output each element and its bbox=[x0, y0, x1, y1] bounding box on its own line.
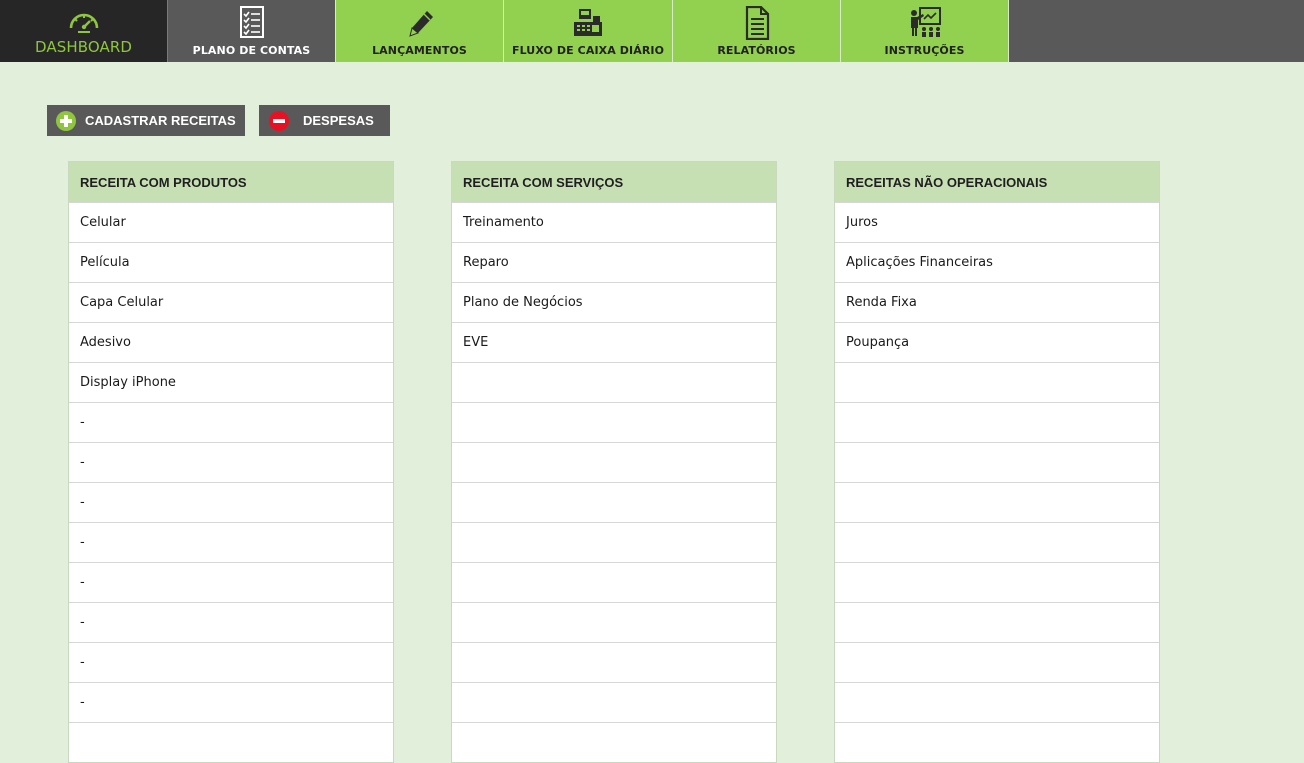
tab-dashboard[interactable]: DASHBOARD bbox=[0, 0, 167, 62]
table-row[interactable] bbox=[452, 522, 776, 562]
tab-plano-de-contas[interactable]: PLANO DE CONTAS bbox=[167, 0, 335, 62]
table-row[interactable] bbox=[835, 522, 1159, 562]
table-row[interactable]: - bbox=[69, 522, 393, 562]
table-row[interactable] bbox=[835, 642, 1159, 682]
table-row[interactable] bbox=[452, 722, 776, 762]
minus-circle-icon bbox=[269, 110, 289, 131]
table-row[interactable]: Display iPhone bbox=[69, 362, 393, 402]
table-row[interactable] bbox=[452, 682, 776, 722]
table-row[interactable] bbox=[452, 402, 776, 442]
document-icon bbox=[745, 6, 769, 40]
table-row[interactable] bbox=[835, 722, 1159, 762]
top-nav-bar: DASHBOARD PLANO DE CONTAS LANÇAMENTOS FL… bbox=[0, 0, 1304, 62]
table-row[interactable] bbox=[835, 442, 1159, 482]
table-row[interactable]: Aplicações Financeiras bbox=[835, 242, 1159, 282]
tab-instrucoes[interactable]: INSTRUÇÕES bbox=[840, 0, 1009, 62]
table-row[interactable]: Celular bbox=[69, 202, 393, 242]
receita-com-servicos-table: RECEITA COM SERVIÇOS Treinamento Reparo … bbox=[451, 161, 777, 763]
table-row[interactable] bbox=[452, 562, 776, 602]
receitas-nao-operacionais-table: RECEITAS NÃO OPERACIONAIS Juros Aplicaçõ… bbox=[834, 161, 1160, 763]
cadastrar-receitas-button[interactable]: CADASTRAR RECEITAS bbox=[47, 105, 245, 136]
table-row[interactable]: Plano de Negócios bbox=[452, 282, 776, 322]
tab-fluxo-de-caixa-label: FLUXO DE CAIXA DIÁRIO bbox=[511, 44, 665, 57]
tab-relatorios[interactable]: RELATÓRIOS bbox=[672, 0, 840, 62]
table-row[interactable]: Capa Celular bbox=[69, 282, 393, 322]
table-row[interactable]: Juros bbox=[835, 202, 1159, 242]
table-row[interactable] bbox=[452, 442, 776, 482]
table-row[interactable]: - bbox=[69, 682, 393, 722]
tab-instrucoes-label: INSTRUÇÕES bbox=[884, 44, 965, 57]
tab-lancamentos[interactable]: LANÇAMENTOS bbox=[335, 0, 503, 62]
tab-dashboard-label: DASHBOARD bbox=[34, 38, 133, 56]
table-row[interactable] bbox=[835, 602, 1159, 642]
checklist-icon bbox=[239, 6, 264, 38]
table-row[interactable]: - bbox=[69, 482, 393, 522]
table-row[interactable]: Película bbox=[69, 242, 393, 282]
table-row[interactable] bbox=[69, 722, 393, 762]
table-row[interactable] bbox=[835, 362, 1159, 402]
table-row[interactable] bbox=[452, 362, 776, 402]
table-row[interactable]: Poupança bbox=[835, 322, 1159, 362]
presentation-icon bbox=[910, 7, 941, 37]
table-row[interactable]: Renda Fixa bbox=[835, 282, 1159, 322]
tab-lancamentos-label: LANÇAMENTOS bbox=[372, 44, 467, 57]
tab-fluxo-de-caixa[interactable]: FLUXO DE CAIXA DIÁRIO bbox=[503, 0, 672, 62]
receita-com-produtos-table: RECEITA COM PRODUTOS Celular Película Ca… bbox=[68, 161, 394, 763]
despesas-button[interactable]: DESPESAS bbox=[259, 105, 390, 136]
table-row[interactable] bbox=[452, 482, 776, 522]
despesas-label: DESPESAS bbox=[303, 113, 374, 128]
cash-register-icon bbox=[574, 9, 602, 36]
gauge-icon bbox=[69, 13, 98, 33]
table-header: RECEITA COM PRODUTOS bbox=[69, 162, 393, 202]
table-row[interactable] bbox=[835, 482, 1159, 522]
table-row[interactable]: - bbox=[69, 642, 393, 682]
table-row[interactable]: - bbox=[69, 562, 393, 602]
table-row[interactable] bbox=[835, 562, 1159, 602]
table-row[interactable]: Adesivo bbox=[69, 322, 393, 362]
table-row[interactable] bbox=[835, 682, 1159, 722]
plus-circle-icon bbox=[56, 110, 76, 131]
table-header: RECEITAS NÃO OPERACIONAIS bbox=[835, 162, 1159, 202]
table-row[interactable]: - bbox=[69, 402, 393, 442]
table-row[interactable]: Treinamento bbox=[452, 202, 776, 242]
table-row[interactable] bbox=[835, 402, 1159, 442]
table-row[interactable]: Reparo bbox=[452, 242, 776, 282]
table-row[interactable] bbox=[452, 602, 776, 642]
cadastrar-receitas-label: CADASTRAR RECEITAS bbox=[85, 113, 236, 128]
pencil-icon bbox=[408, 11, 433, 37]
table-row[interactable]: EVE bbox=[452, 322, 776, 362]
tab-relatorios-label: RELATÓRIOS bbox=[717, 44, 796, 57]
tab-plano-de-contas-label: PLANO DE CONTAS bbox=[192, 44, 311, 57]
table-header: RECEITA COM SERVIÇOS bbox=[452, 162, 776, 202]
table-row[interactable]: - bbox=[69, 602, 393, 642]
table-row[interactable] bbox=[452, 642, 776, 682]
table-row[interactable]: - bbox=[69, 442, 393, 482]
